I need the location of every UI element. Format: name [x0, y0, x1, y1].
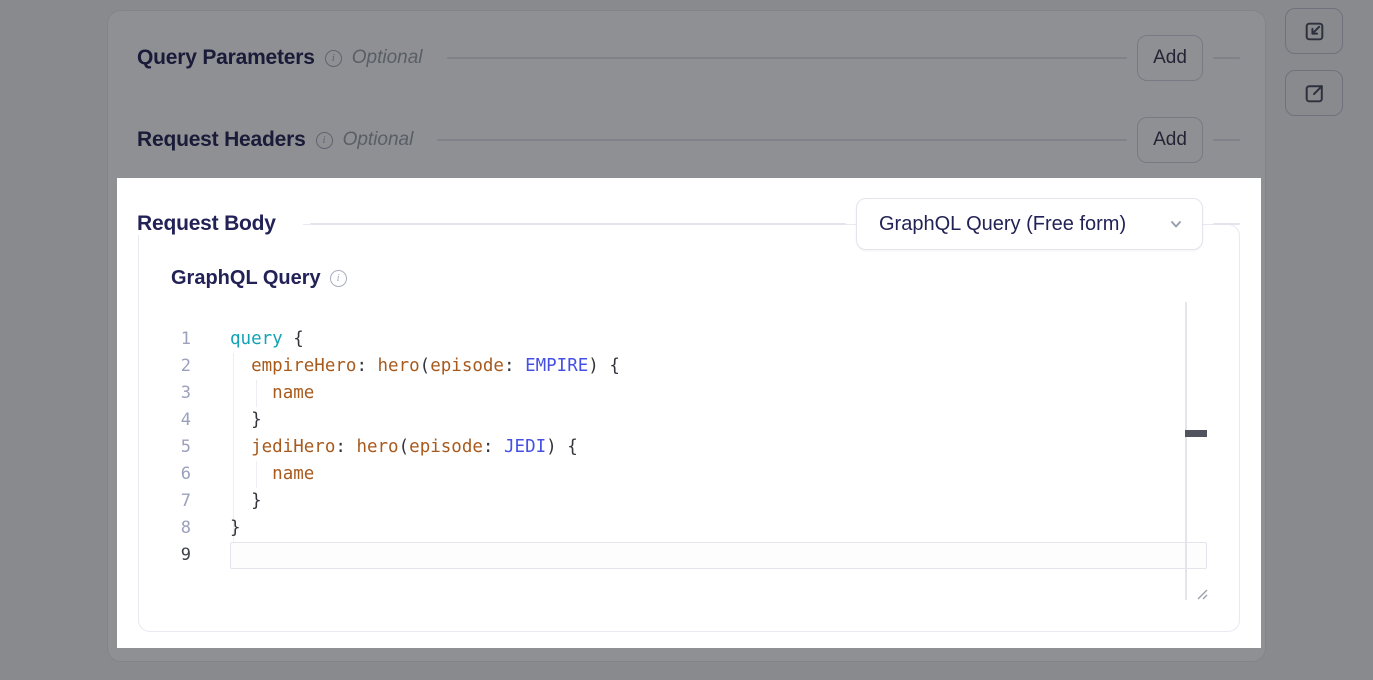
- code-text: empireHero: hero(episode: EMPIRE) {: [191, 353, 620, 380]
- dim-overlay: [1261, 178, 1373, 648]
- code-line: 1query {: [139, 326, 304, 353]
- page: Query Parameters i Optional Add Request …: [0, 0, 1373, 680]
- textarea-resize-handle[interactable]: [1195, 587, 1209, 601]
- code-line: 7 }: [139, 488, 262, 515]
- code-text: [191, 542, 230, 569]
- line-number: 9: [139, 542, 191, 569]
- dim-overlay: [0, 0, 1373, 178]
- code-line: 6 name: [139, 461, 314, 488]
- section-request-body: Request Body GraphQL Query (Free form): [137, 196, 1240, 252]
- code-line: 5 jediHero: hero(episode: JEDI) {: [139, 434, 578, 461]
- editor-scrollbar-thumb[interactable]: [1185, 430, 1207, 437]
- line-number: 6: [139, 461, 191, 488]
- code-line: 9: [139, 542, 230, 569]
- code-text: }: [191, 488, 262, 515]
- request-body-title: Request Body: [137, 212, 276, 236]
- body-type-dropdown[interactable]: GraphQL Query (Free form): [856, 198, 1203, 250]
- line-number: 7: [139, 488, 191, 515]
- graphql-query-label: GraphQL Query: [171, 267, 321, 290]
- divider: [1213, 223, 1240, 225]
- code-line: 3 name: [139, 380, 314, 407]
- chevron-down-icon: [1166, 214, 1186, 234]
- line-number: 2: [139, 353, 191, 380]
- body-type-dropdown-value: GraphQL Query (Free form): [879, 213, 1126, 236]
- graphql-query-label-row: GraphQL Query i: [171, 267, 347, 290]
- dim-overlay: [0, 178, 117, 648]
- line-number: 5: [139, 434, 191, 461]
- line-number: 4: [139, 407, 191, 434]
- line-number: 3: [139, 380, 191, 407]
- code-text: }: [191, 515, 241, 542]
- code-line: 4 }: [139, 407, 262, 434]
- dim-overlay: [0, 648, 1373, 680]
- info-icon[interactable]: i: [330, 270, 347, 287]
- graphql-code-editor[interactable]: 1query {2 empireHero: hero(episode: EMPI…: [139, 326, 1239, 596]
- code-text: jediHero: hero(episode: JEDI) {: [191, 434, 578, 461]
- code-text: }: [191, 407, 262, 434]
- code-line: 2 empireHero: hero(episode: EMPIRE) {: [139, 353, 620, 380]
- active-line-highlight: [230, 542, 1207, 569]
- editor-scrollbar-track: [1185, 302, 1187, 600]
- code-text: name: [191, 461, 314, 488]
- code-text: name: [191, 380, 314, 407]
- line-number: 1: [139, 326, 191, 353]
- code-text: query {: [191, 326, 304, 353]
- code-line: 8}: [139, 515, 241, 542]
- line-number: 8: [139, 515, 191, 542]
- divider: [310, 223, 846, 225]
